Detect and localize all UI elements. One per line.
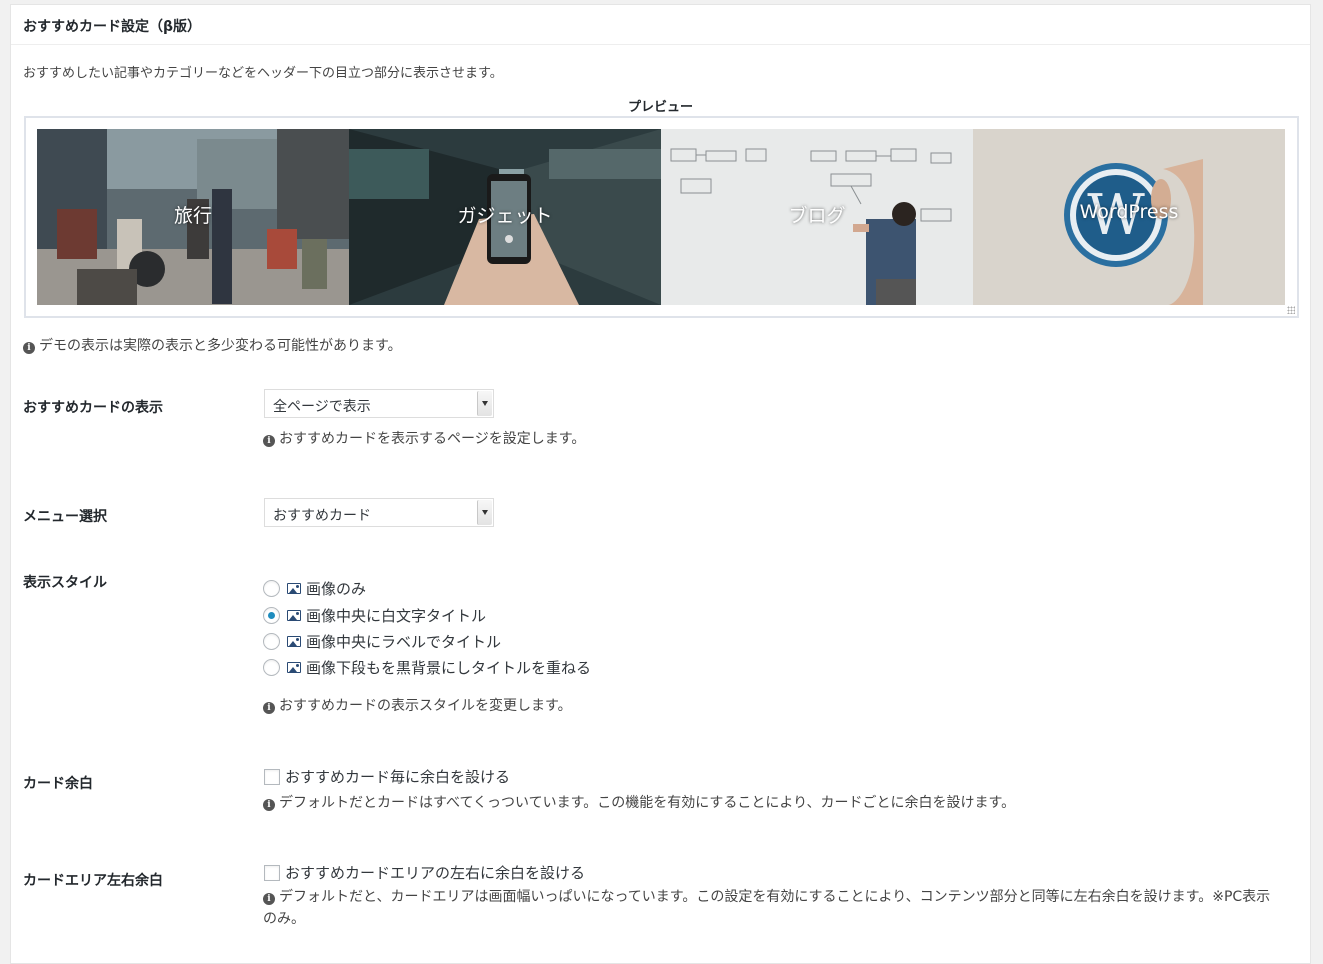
display-help-text: おすすめカードを表示するページを設定します。 <box>279 431 586 447</box>
margin-checkbox-label[interactable]: おすすめカード毎に余白を設ける <box>285 766 510 787</box>
style-option-label: 画像中央に白文字タイトル <box>306 607 487 625</box>
info-icon: i <box>263 893 275 905</box>
chevron-down-icon[interactable] <box>477 500 492 525</box>
chevron-down-icon[interactable] <box>477 391 492 416</box>
resize-grip-icon[interactable] <box>1287 306 1295 314</box>
radio-button-checked[interactable] <box>263 607 280 624</box>
style-option-image-only[interactable]: 画像のみ <box>263 578 366 599</box>
menu-select[interactable]: おすすめカード <box>264 498 494 527</box>
preview-note: i デモの表示は実際の表示と多少変わる可能性があります。 <box>23 335 402 355</box>
radio-button[interactable] <box>263 580 280 597</box>
info-icon: i <box>263 799 275 811</box>
card-title: WordPress <box>1079 201 1179 223</box>
style-option-white-title[interactable]: 画像中央に白文字タイトル <box>263 605 486 626</box>
style-option-label: 画像中央にラベルでタイトル <box>306 633 502 651</box>
preview-card-wordpress: W WordPress <box>973 129 1285 305</box>
margin-help-text: デフォルトだとカードはすべてくっついています。この機能を有効にすることにより、カ… <box>279 795 1016 811</box>
preview-card-blog: ブログ <box>661 129 973 305</box>
image-icon <box>287 583 301 594</box>
side-margin-checkbox-label[interactable]: おすすめカードエリアの左右に余白を設ける <box>285 862 585 883</box>
info-icon: i <box>23 342 35 354</box>
side-margin-label: カードエリア左右余白 <box>23 873 163 889</box>
style-help: i おすすめカードの表示スタイルを変更します。 <box>263 695 572 715</box>
side-margin-help-text: デフォルトだと、カードエリアは画面幅いっぱいになっています。この設定を有効にする… <box>263 889 1271 927</box>
display-label: おすすめカードの表示 <box>23 400 163 416</box>
side-margin-help: i デフォルトだと、カードエリアは画面幅いっぱいになっています。この設定を有効にす… <box>263 886 1283 930</box>
image-icon <box>287 662 301 673</box>
menu-label: メニュー選択 <box>23 509 107 525</box>
style-label: 表示スタイル <box>23 575 107 591</box>
preview-cards: 旅行 ガジェット ブログ W WordPress <box>37 129 1285 305</box>
style-option-black-bottom[interactable]: 画像下段もを黒背景にしタイトルを重ねる <box>263 657 591 678</box>
card-title: ガジェット <box>457 205 553 227</box>
card-title: 旅行 <box>173 205 212 227</box>
preview-label: プレビュー <box>627 100 693 115</box>
preview-note-text: デモの表示は実際の表示と多少変わる可能性があります。 <box>39 338 402 354</box>
style-option-label: 画像下段もを黒背景にしタイトルを重ねる <box>306 659 592 677</box>
image-icon <box>287 636 301 647</box>
margin-label: カード余白 <box>23 776 93 792</box>
display-help: i おすすめカードを表示するページを設定します。 <box>263 428 585 448</box>
preview-frame: 旅行 ガジェット ブログ W WordPress <box>24 116 1299 318</box>
menu-select-value: おすすめカード <box>273 508 371 524</box>
settings-panel: おすすめカード設定（β版） おすすめしたい記事やカテゴリーなどをヘッダー下の目立… <box>10 4 1311 964</box>
preview-card-gadget: ガジェット <box>349 129 661 305</box>
image-icon <box>287 610 301 621</box>
side-margin-checkbox[interactable] <box>264 864 280 881</box>
card-title: ブログ <box>788 205 846 227</box>
panel-intro: おすすめしたい記事やカテゴリーなどをヘッダー下の目立つ部分に表示させます。 <box>23 66 503 81</box>
side-margin-checkbox-row[interactable]: おすすめカードエリアの左右に余白を設ける <box>264 862 585 883</box>
display-select-value: 全ページで表示 <box>273 399 371 415</box>
preview-card-travel: 旅行 <box>37 129 349 305</box>
radio-button[interactable] <box>263 659 280 676</box>
info-icon: i <box>263 702 275 714</box>
style-help-text: おすすめカードの表示スタイルを変更します。 <box>279 698 572 714</box>
style-option-label: 画像のみ <box>306 580 367 598</box>
panel-title: おすすめカード設定（β版） <box>11 5 1310 45</box>
margin-checkbox[interactable] <box>264 768 280 785</box>
margin-checkbox-row[interactable]: おすすめカード毎に余白を設ける <box>264 766 510 787</box>
info-icon: i <box>263 435 275 447</box>
display-select[interactable]: 全ページで表示 <box>264 389 494 418</box>
margin-help: i デフォルトだとカードはすべてくっついています。この機能を有効にすることにより、… <box>263 792 1015 812</box>
radio-button[interactable] <box>263 633 280 650</box>
style-option-label-title[interactable]: 画像中央にラベルでタイトル <box>263 631 501 652</box>
